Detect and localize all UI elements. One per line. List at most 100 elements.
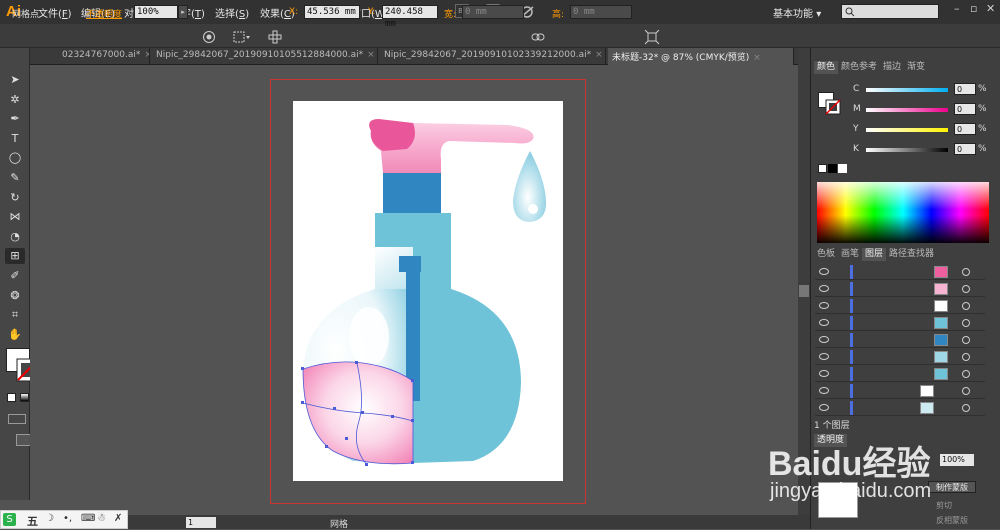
soap-dispenser-artwork[interactable] xyxy=(293,101,563,481)
layer-row[interactable] xyxy=(815,366,985,382)
panel-tab[interactable]: 颜色 xyxy=(814,61,839,74)
mesh-tool-icon[interactable]: ⊞ xyxy=(5,248,25,264)
target-circle-icon[interactable] xyxy=(962,336,970,344)
y-coordinate-input[interactable]: 240.458 mm xyxy=(382,5,438,29)
invert-mask-checkbox-label[interactable]: 反相蒙版 xyxy=(936,515,968,526)
channel-slider[interactable] xyxy=(866,128,948,132)
channel-value-input[interactable]: 0 xyxy=(954,103,976,115)
close-tab-icon[interactable]: × xyxy=(753,53,761,63)
visibility-eye-icon[interactable] xyxy=(819,336,829,343)
document-tab[interactable]: 02324767000.ai*× xyxy=(58,48,150,65)
layer-row[interactable] xyxy=(815,281,985,297)
panel-tab[interactable]: 渐变 xyxy=(904,61,928,74)
channel-value-input[interactable]: 0 xyxy=(954,83,976,95)
scrollbar-thumb[interactable] xyxy=(799,285,809,297)
close-tab-icon[interactable]: × xyxy=(595,50,603,60)
channel-slider[interactable] xyxy=(866,108,948,112)
selection-tool-icon[interactable]: ➤ xyxy=(5,72,25,88)
symbol-sprayer-icon[interactable]: ❂ xyxy=(5,288,25,304)
document-tab[interactable]: Nipic_29842067_20190910102339212000.ai* × xyxy=(380,48,606,65)
visibility-eye-icon[interactable] xyxy=(819,370,829,377)
gradient-mode-icon[interactable] xyxy=(20,393,29,402)
target-circle-icon[interactable] xyxy=(962,319,970,327)
panel-tab[interactable]: 描边 xyxy=(880,61,904,74)
ime-mode-label[interactable]: 五 xyxy=(27,513,38,529)
shape-builder-icon[interactable]: ◔ xyxy=(5,229,25,245)
target-circle-icon[interactable] xyxy=(962,387,970,395)
panel-tab[interactable]: 颜色参考 xyxy=(838,61,880,74)
channel-slider[interactable] xyxy=(866,88,948,92)
visibility-eye-icon[interactable] xyxy=(819,387,829,394)
x-coordinate-input[interactable]: 45.536 mm xyxy=(304,5,360,19)
minimize-icon[interactable]: – xyxy=(954,2,960,15)
channel-slider[interactable] xyxy=(866,148,948,152)
document-tab[interactable]: 未标题-32* @ 87% (CMYK/预览) × xyxy=(608,48,794,65)
layer-row[interactable] xyxy=(815,400,985,416)
close-tab-icon[interactable]: × xyxy=(144,50,149,60)
recolor-icon[interactable] xyxy=(202,30,216,44)
draw-mode-icon[interactable] xyxy=(8,414,26,424)
make-mask-button[interactable]: 制作蒙版 xyxy=(928,481,976,493)
vertical-scrollbar[interactable] xyxy=(798,48,810,515)
target-circle-icon[interactable] xyxy=(962,370,970,378)
transparency-opacity-input[interactable]: 100% xyxy=(940,454,974,466)
close-tab-icon[interactable]: × xyxy=(367,50,375,60)
layer-row[interactable] xyxy=(815,264,985,280)
layer-row[interactable] xyxy=(815,383,985,399)
sogou-icon[interactable]: S xyxy=(3,513,16,526)
channel-value-input[interactable]: 0 xyxy=(954,123,976,135)
menu-item-4[interactable]: 选择(S) xyxy=(215,5,249,20)
visibility-eye-icon[interactable] xyxy=(819,285,829,292)
layer-row[interactable] xyxy=(815,332,985,348)
visibility-eye-icon[interactable] xyxy=(819,404,829,411)
punctuation-icon[interactable]: •, xyxy=(63,513,72,524)
artboard-number-input[interactable]: 1 xyxy=(186,517,216,528)
opacity-input[interactable]: 100% xyxy=(134,5,178,19)
layer-row[interactable] xyxy=(815,298,985,314)
tools-icon[interactable]: ✗ xyxy=(114,513,122,524)
maximize-icon[interactable]: ▫ xyxy=(970,2,977,15)
width-input[interactable]: 0 mm xyxy=(462,5,524,19)
type-tool-icon[interactable]: T xyxy=(5,131,25,147)
panel-tab[interactable]: 画笔 xyxy=(838,248,862,261)
moon-icon[interactable]: ☽ xyxy=(45,513,54,524)
opacity-label[interactable]: 不透明度 xyxy=(86,7,122,20)
rotate-tool-icon[interactable]: ↻ xyxy=(5,190,25,206)
target-circle-icon[interactable] xyxy=(962,268,970,276)
layer-row[interactable] xyxy=(815,315,985,331)
skin-icon[interactable]: ☃ xyxy=(97,513,106,524)
mask-thumbnail[interactable] xyxy=(818,482,858,518)
black-swatch[interactable] xyxy=(828,164,837,173)
link-proportions-icon[interactable] xyxy=(531,30,545,44)
menu-item-0[interactable]: 文件(F) xyxy=(38,5,72,20)
transform-icon[interactable] xyxy=(644,29,660,45)
document-tab[interactable]: Nipic_29842067_20190910105512884000.ai* × xyxy=(152,48,378,65)
visibility-eye-icon[interactable] xyxy=(819,353,829,360)
reference-point-icon[interactable] xyxy=(268,30,282,44)
pencil-tool-icon[interactable]: ✎ xyxy=(5,170,25,186)
artboard-tool-icon[interactable]: ⌗ xyxy=(5,307,25,323)
panel-tab[interactable]: 色板 xyxy=(814,248,838,261)
pen-tool-icon[interactable]: ✒ xyxy=(5,111,25,127)
clip-checkbox-label[interactable]: 剪切 xyxy=(936,500,952,511)
align-icon[interactable] xyxy=(232,30,252,44)
panel-tab[interactable]: 路径查找器 xyxy=(886,248,937,261)
target-circle-icon[interactable] xyxy=(962,285,970,293)
visibility-eye-icon[interactable] xyxy=(819,268,829,275)
target-circle-icon[interactable] xyxy=(962,302,970,310)
eyedropper-icon[interactable]: ✐ xyxy=(5,268,25,284)
ellipse-tool-icon[interactable]: ◯ xyxy=(5,150,25,166)
opacity-dropdown-icon[interactable]: ▸ xyxy=(178,5,188,19)
keyboard-icon[interactable]: ⌨ xyxy=(81,513,95,524)
visibility-eye-icon[interactable] xyxy=(819,319,829,326)
width-tool-icon[interactable]: ⋈ xyxy=(5,209,25,225)
panel-tab[interactable]: 透明度 xyxy=(814,434,848,447)
workspace-switcher[interactable]: 基本功能 ▾ xyxy=(773,5,821,20)
help-search-input[interactable] xyxy=(841,4,939,19)
panel-tab[interactable]: 图层 xyxy=(862,248,887,261)
close-icon[interactable]: ✕ xyxy=(986,2,995,15)
visibility-eye-icon[interactable] xyxy=(819,302,829,309)
target-circle-icon[interactable] xyxy=(962,353,970,361)
hand-tool-icon[interactable]: ✋ xyxy=(5,327,25,343)
layer-row[interactable] xyxy=(815,349,985,365)
